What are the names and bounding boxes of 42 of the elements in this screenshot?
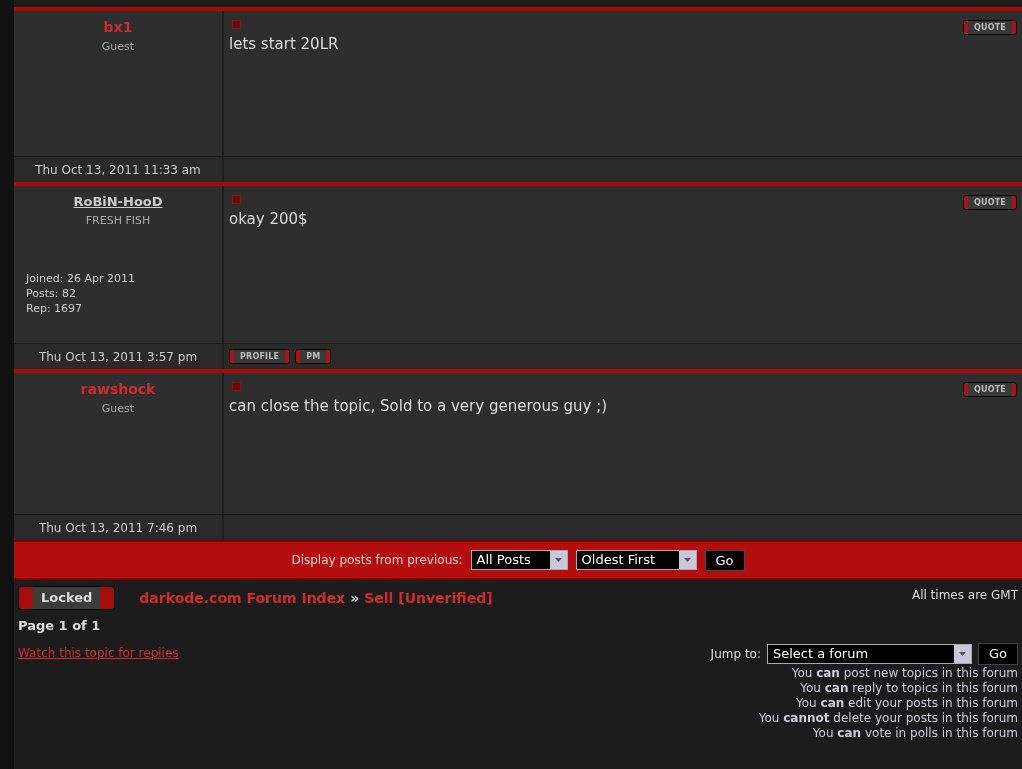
- jump-go-button[interactable]: Go: [977, 643, 1018, 665]
- author-link[interactable]: RoBiN-HooD: [73, 192, 163, 212]
- user-rank: Guest: [101, 401, 135, 417]
- post-icon: [232, 20, 241, 29]
- user-stat: Rep: 1697: [26, 301, 84, 316]
- post-text: lets start 20LR: [229, 34, 340, 55]
- user-stat: Posts: 82: [26, 286, 77, 301]
- permission-note: You cannot delete your posts in this forum: [758, 711, 1018, 726]
- post-date: Thu Oct 13, 2011 3:57 pm: [38, 348, 198, 366]
- display-label: Display posts from previous:: [291, 552, 463, 569]
- permission-note: You can edit your posts in this forum: [796, 696, 1018, 711]
- page-number: Page 1 of 1: [18, 617, 102, 635]
- locked-button[interactable]: Locked: [18, 586, 116, 610]
- breadcrumb-link[interactable]: Sell [Unverified]: [364, 587, 493, 609]
- timezone-note: All times are GMT: [911, 587, 1018, 604]
- breadcrumb-separator: »: [350, 588, 360, 608]
- order-select[interactable]: Oldest First: [575, 550, 697, 570]
- quote-button[interactable]: QUOTE: [962, 382, 1017, 397]
- author-name: rawshock: [80, 380, 156, 399]
- user-rank: Guest: [101, 39, 135, 55]
- post-icon: [232, 195, 241, 204]
- breadcrumb-link[interactable]: darkode.com Forum Index: [139, 587, 346, 609]
- post-text: can close the topic, Sold to a very generous guy ;): [229, 396, 609, 417]
- post-icon: [232, 382, 241, 391]
- permission-note: You can reply to topics in this forum: [800, 681, 1018, 696]
- post-date: Thu Oct 13, 2011 11:33 am: [35, 161, 201, 179]
- go-button[interactable]: Go: [704, 549, 745, 571]
- permission-note: You can vote in polls in this forum: [812, 726, 1018, 741]
- post-text: okay 200$: [229, 209, 309, 230]
- user-rank: FRESH FISH: [85, 212, 151, 229]
- forum-select[interactable]: Select a forum: [766, 644, 972, 664]
- permission-note: You can post new topics in this forum: [791, 666, 1018, 681]
- period-select[interactable]: All Posts: [470, 550, 568, 570]
- post-date: Thu Oct 13, 2011 7:46 pm: [38, 519, 198, 537]
- jump-label: Jump to:: [710, 646, 761, 663]
- watch-topic-link[interactable]: Watch this topic for replies: [18, 643, 493, 662]
- author-name: bx1: [103, 18, 133, 37]
- user-stat: Joined: 26 Apr 2011: [26, 271, 135, 286]
- quote-button[interactable]: QUOTE: [962, 195, 1017, 210]
- quote-button[interactable]: QUOTE: [962, 20, 1017, 35]
- user-action-button[interactable]: PROFILE: [229, 349, 291, 364]
- user-action-button[interactable]: PM: [295, 349, 332, 364]
